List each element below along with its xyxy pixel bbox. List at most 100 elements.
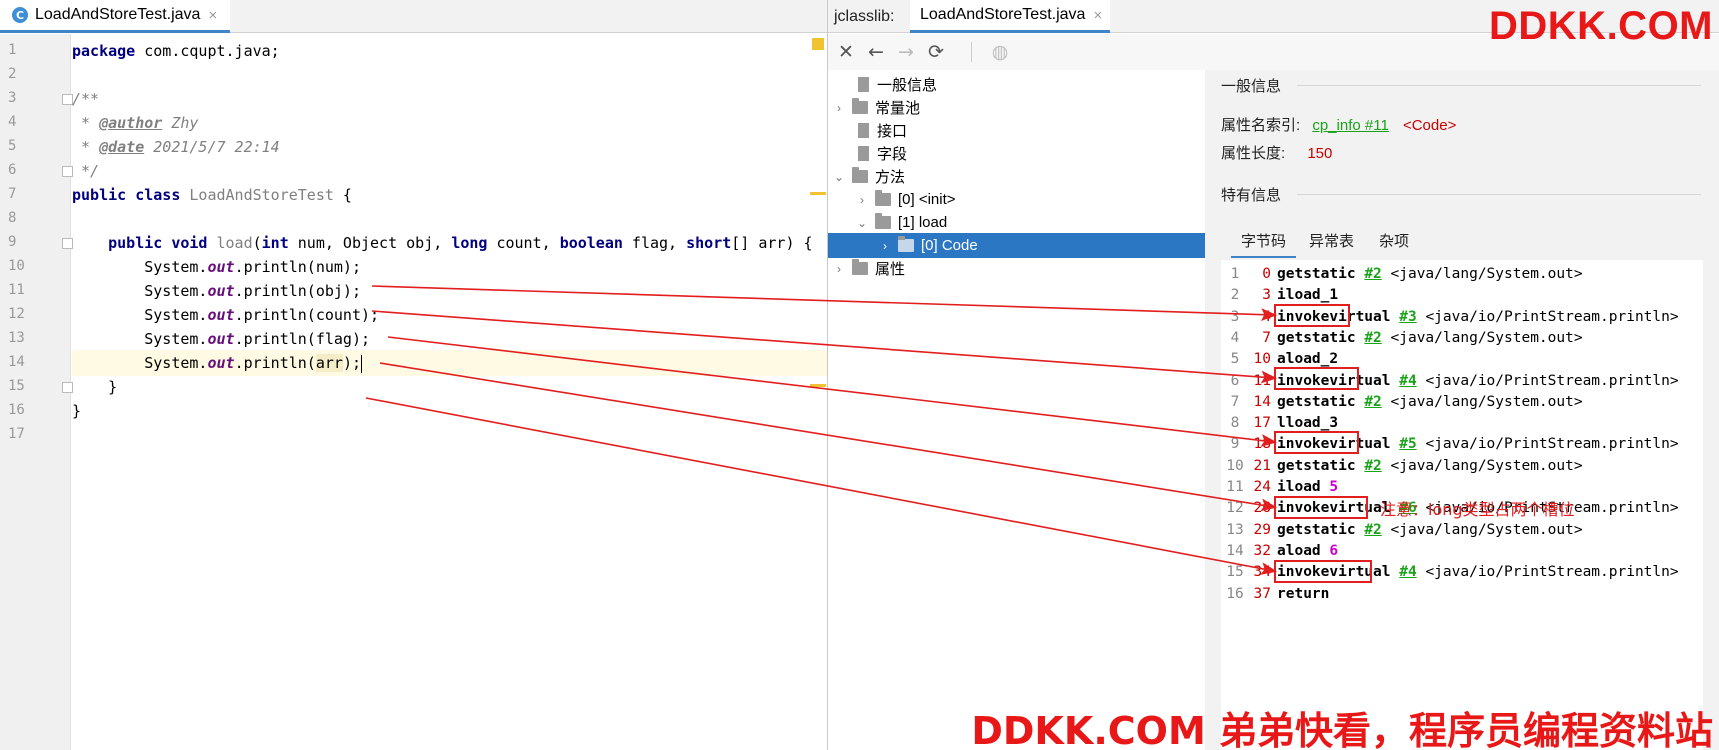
code-line[interactable]: System.out.println(count); — [72, 302, 827, 328]
line-gutter: 1 2 3 4 5 6 7 8 9 10 11 12 13 14 15 16 17 — [0, 34, 73, 750]
bytecode-row[interactable]: 1 0 getstatic #2 <java/lang/System.out> — [1221, 264, 1704, 285]
bytecode-ref-link[interactable]: #2 — [1364, 394, 1381, 410]
bytecode-ref-link[interactable]: #3 — [1399, 309, 1416, 325]
bytecode-tabs: 字节码 异常表 杂项 — [1221, 228, 1701, 258]
attr-name-link[interactable]: cp_info #11 — [1312, 117, 1388, 134]
jclasslib-tab[interactable]: LoadAndStoreTest.java × — [910, 0, 1110, 33]
bytecode-ref-link[interactable]: #4 — [1399, 373, 1416, 389]
bytecode-row[interactable]: 7 14 getstatic #2 <java/lang/System.out> — [1221, 392, 1704, 413]
bytecode-offset: 32 — [1253, 542, 1271, 559]
chevron-right-icon[interactable]: › — [832, 262, 846, 276]
code-line[interactable]: System.out.println(obj); — [72, 278, 827, 304]
code-line[interactable]: package com.cqupt.java; — [72, 38, 827, 64]
scrollbar[interactable] — [1703, 70, 1717, 750]
code-line[interactable]: } — [72, 398, 827, 424]
tree-item[interactable]: ⌄ [1] load — [855, 210, 947, 235]
code-token: short — [686, 234, 732, 252]
code-token: ); — [342, 354, 361, 372]
bytecode-offset: 34 — [1253, 564, 1271, 581]
editor-tab-label: LoadAndStoreTest.java — [35, 6, 201, 23]
bytecode-index: 9 — [1230, 436, 1240, 453]
detail-panel: 一般信息 属性名索引: cp_info #11 <Code> 属性长度: 150… — [1205, 70, 1719, 750]
web-icon[interactable]: ◍ — [988, 40, 1012, 64]
tree-item[interactable]: › [0] <init> — [855, 187, 956, 212]
code-line[interactable]: public void load(int num, Object obj, lo… — [72, 230, 827, 256]
refresh-icon[interactable]: ⟳ — [924, 40, 948, 64]
bytecode-ref-link[interactable]: #4 — [1399, 564, 1416, 580]
code-line[interactable]: System.out.println(num); — [72, 254, 827, 280]
watermark-bottom: DDKK.COM 弟弟快看，程序员编程资料站 — [971, 709, 1713, 750]
bytecode-offset: 18 — [1253, 436, 1271, 453]
code-line[interactable]: System.out.println(flag); — [72, 326, 827, 352]
watermark-top: DDKK.COM — [1489, 4, 1713, 48]
tree-item[interactable]: 字段 — [832, 141, 907, 166]
bytecode-row[interactable]: 14 32 aload 6 — [1221, 541, 1704, 562]
structure-tree[interactable]: 一般信息 › 常量池 接口 字段 ⌄ 方法 › [0] <init> ⌄ [1] load › [0] … — [828, 70, 1205, 750]
bytecode-comment: <java/io/PrintStream.println> — [1425, 564, 1679, 581]
close-icon[interactable]: × — [208, 7, 217, 24]
tree-item[interactable]: 一般信息 — [832, 72, 937, 97]
code-token: out — [207, 330, 235, 348]
detail-tab[interactable]: 杂项 — [1369, 228, 1419, 258]
tree-item[interactable]: › [0] Code — [828, 233, 1205, 258]
code-token: @author — [99, 114, 163, 132]
warning-stripe[interactable] — [810, 192, 826, 195]
bytecode-ref-link[interactable]: #5 — [1399, 436, 1416, 452]
chevron-down-icon[interactable]: ⌄ — [855, 216, 869, 230]
detail-tab[interactable]: 字节码 — [1231, 228, 1297, 258]
chevron-right-icon[interactable]: › — [878, 239, 892, 253]
tree-item[interactable]: ⌄ 方法 — [832, 164, 905, 189]
annotation-note: 注意：long类型占两个槽位 — [1380, 500, 1575, 519]
specific-info-title: 特有信息 — [1221, 187, 1282, 204]
code-line[interactable]: } — [72, 374, 827, 400]
analysis-marker[interactable] — [812, 38, 824, 50]
tree-item-label: 方法 — [875, 169, 906, 186]
code-token: .println(obj); — [234, 282, 361, 300]
editor-tab[interactable]: C LoadAndStoreTest.java × — [0, 0, 230, 33]
close-icon[interactable]: ✕ — [834, 40, 858, 64]
bytecode-row[interactable]: 16 37 return — [1221, 584, 1704, 605]
bytecode-row[interactable]: 11 24 iload 5 — [1221, 477, 1704, 498]
chevron-right-icon[interactable]: › — [855, 193, 869, 207]
bytecode-row[interactable]: 10 21 getstatic #2 <java/lang/System.out> — [1221, 456, 1704, 477]
code-token: @date — [99, 138, 145, 156]
code-token: .println(flag); — [234, 330, 371, 348]
bytecode-index: 10 — [1226, 457, 1244, 474]
forward-icon[interactable]: → — [894, 40, 918, 64]
tree-item[interactable]: › 属性 — [832, 256, 905, 281]
chevron-right-icon[interactable]: › — [832, 101, 846, 115]
tree-item[interactable]: › 常量池 — [832, 95, 920, 120]
bytecode-ref-link[interactable]: #2 — [1364, 522, 1381, 538]
bytecode-row[interactable]: 4 7 getstatic #2 <java/lang/System.out> — [1221, 328, 1704, 349]
detail-tab[interactable]: 异常表 — [1299, 228, 1364, 258]
bytecode-row[interactable]: 13 29 getstatic #2 <java/lang/System.out> — [1221, 520, 1704, 541]
code-line[interactable]: * @author Zhy — [72, 110, 827, 136]
highlight-box — [1274, 304, 1350, 327]
code-line[interactable] — [72, 62, 827, 88]
bytecode-ref-link[interactable]: #2 — [1364, 266, 1381, 282]
code-line[interactable]: * @date 2021/5/7 22:14 — [72, 134, 827, 160]
code-token: out — [207, 282, 235, 300]
code-area[interactable]: package com.cqupt.java; /** * @author Zhy… — [72, 34, 827, 750]
bytecode-offset: 26 — [1253, 500, 1271, 517]
bytecode-ref-link[interactable]: #2 — [1364, 330, 1381, 346]
code-line[interactable] — [72, 206, 827, 232]
code-line[interactable]: System.out.println(arr); — [72, 350, 827, 376]
code-editor[interactable]: C LoadAndStoreTest.java × 1 2 3 4 5 6 7 8 9 10 11 1… — [0, 0, 827, 750]
code-line[interactable] — [72, 422, 827, 448]
folder-icon — [875, 190, 891, 206]
line-number: 10 — [8, 258, 25, 274]
tree-item[interactable]: 接口 — [832, 118, 907, 143]
code-line[interactable]: public class LoadAndStoreTest { — [72, 182, 827, 208]
close-icon[interactable]: × — [1093, 7, 1102, 24]
code-line[interactable]: /** — [72, 86, 827, 112]
back-icon[interactable]: ← — [864, 40, 888, 64]
chevron-down-icon[interactable]: ⌄ — [832, 170, 846, 184]
bytecode-comment: <java/lang/System.out> — [1390, 266, 1583, 282]
code-line[interactable]: */ — [72, 158, 827, 184]
text-caret — [361, 354, 362, 373]
bytecode-ref-link[interactable]: #2 — [1364, 458, 1381, 474]
bytecode-index: 15 — [1226, 564, 1244, 581]
code-token: .println(count); — [234, 306, 380, 324]
warning-stripe[interactable] — [810, 384, 826, 387]
